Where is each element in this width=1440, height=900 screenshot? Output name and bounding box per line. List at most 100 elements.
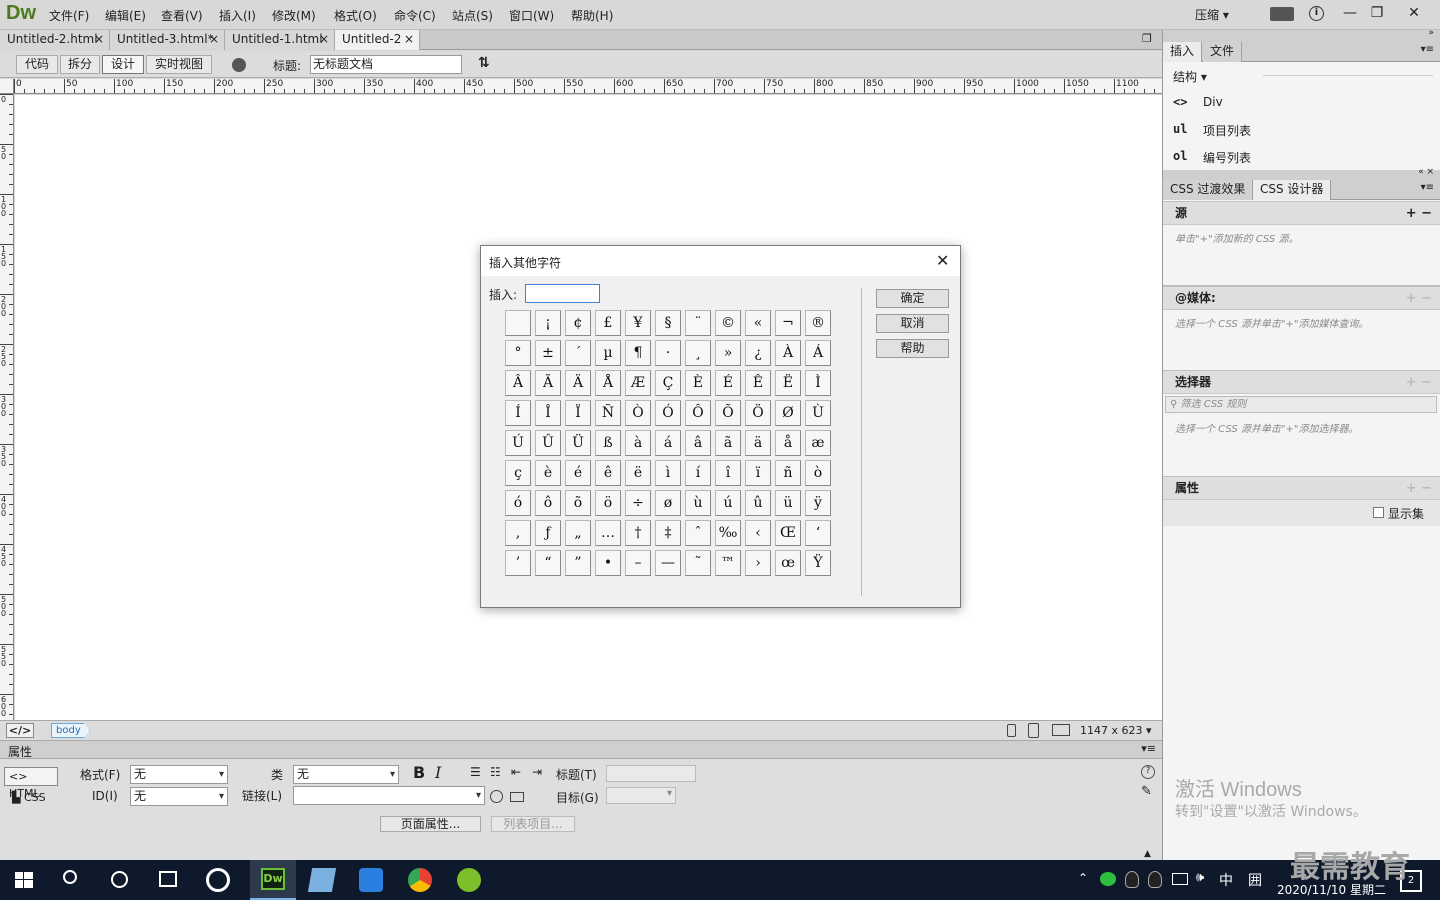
char-cell[interactable]: – (625, 550, 651, 576)
volume-icon[interactable]: 🕪 (1196, 870, 1204, 885)
char-cell[interactable]: Å (595, 370, 621, 396)
char-cell[interactable]: ã (715, 430, 741, 456)
add-remove-icon[interactable]: + − (1406, 202, 1432, 225)
sync-settings-icon[interactable] (1270, 7, 1294, 21)
char-cell[interactable]: Ã (535, 370, 561, 396)
char-cell[interactable]: Ÿ (805, 550, 831, 576)
char-cell[interactable]: ƒ (535, 520, 561, 546)
format-select[interactable]: 无 ▾ (130, 765, 228, 784)
char-cell[interactable]: ¶ (625, 340, 651, 366)
qq-icon[interactable] (1125, 871, 1139, 888)
char-cell[interactable]: ‰ (715, 520, 741, 546)
char-cell[interactable]: Ø (775, 400, 801, 426)
char-cell[interactable]: Ë (775, 370, 801, 396)
char-cell[interactable]: ¢ (565, 310, 591, 336)
live-view-button[interactable]: 实时视图 (146, 55, 212, 74)
char-cell[interactable]: ù (685, 490, 711, 516)
taskbar-dreamweaver[interactable]: Dw (250, 860, 296, 900)
char-cell[interactable]: ó (505, 490, 531, 516)
page-properties-button[interactable]: 页面属性... (380, 816, 481, 832)
tablet-size-icon[interactable] (1028, 723, 1039, 738)
outdent-icon[interactable]: ⇤ (511, 765, 521, 779)
structure-dropdown[interactable]: 结构 ▾ (1173, 68, 1207, 85)
char-cell[interactable]: ò (805, 460, 831, 486)
char-cell[interactable]: — (655, 550, 681, 576)
char-cell[interactable]: • (595, 550, 621, 576)
menu-item[interactable]: 查看(V) (161, 7, 203, 24)
char-cell[interactable]: ÷ (625, 490, 651, 516)
char-cell[interactable]: ñ (775, 460, 801, 486)
char-cell[interactable]: ß (595, 430, 621, 456)
char-cell[interactable]: › (745, 550, 771, 576)
document-tab[interactable]: Untitled-2.html × (0, 30, 110, 50)
char-cell[interactable]: · (655, 340, 681, 366)
char-cell[interactable]: ” (565, 550, 591, 576)
char-cell[interactable]: À (775, 340, 801, 366)
char-cell[interactable]: ô (535, 490, 561, 516)
dialog-close-icon[interactable]: ✕ (936, 251, 949, 270)
char-cell[interactable]: Û (535, 430, 561, 456)
code-nav-icon[interactable]: </> (6, 723, 34, 738)
show-set-checkbox[interactable] (1373, 507, 1384, 518)
char-cell[interactable]: » (715, 340, 741, 366)
char-cell[interactable]: Ï (565, 400, 591, 426)
tab-css-designer[interactable]: CSS 设计器 (1253, 180, 1332, 200)
collapse-arrows-icon[interactable]: » (1428, 28, 1434, 38)
ime-mode-icon[interactable]: 囲 (1248, 870, 1262, 890)
char-cell[interactable]: È (685, 370, 711, 396)
insert-item[interactable]: ol 编号列表 (1163, 146, 1440, 170)
browser-preview-icon[interactable] (232, 58, 246, 72)
qq-icon[interactable] (1148, 871, 1162, 888)
close-tab-icon[interactable]: × (94, 30, 104, 49)
char-cell[interactable]: ç (505, 460, 531, 486)
char-cell[interactable]: « (745, 310, 771, 336)
menu-item[interactable]: 窗口(W) (509, 7, 554, 24)
char-cell[interactable]: ë (625, 460, 651, 486)
char-cell[interactable]: Õ (715, 400, 741, 426)
char-cell[interactable]: ® (805, 310, 831, 336)
char-cell[interactable]: Í (505, 400, 531, 426)
char-cell[interactable]: £ (595, 310, 621, 336)
indent-icon[interactable]: ⇥ (532, 765, 542, 779)
search-icon[interactable] (63, 870, 77, 884)
char-cell[interactable]: ¿ (745, 340, 771, 366)
class-select[interactable]: 无 ▾ (293, 765, 399, 784)
char-cell[interactable]: Ä (565, 370, 591, 396)
char-cell[interactable]: ™ (715, 550, 741, 576)
char-cell[interactable]: ï (745, 460, 771, 486)
char-cell[interactable]: Ì (805, 370, 831, 396)
char-cell[interactable]: ˆ (685, 520, 711, 546)
char-cell[interactable]: ‘ (805, 520, 831, 546)
notepad-icon[interactable] (307, 868, 337, 892)
char-cell[interactable]: ˜ (685, 550, 711, 576)
info-icon[interactable]: i (1309, 6, 1324, 21)
task-view-icon[interactable] (159, 871, 177, 887)
unordered-list-icon[interactable]: ☰ (470, 765, 481, 779)
char-cell[interactable]: ú (715, 490, 741, 516)
menu-item[interactable]: 命令(C) (394, 7, 436, 24)
cancel-button[interactable]: 取消 (876, 314, 949, 333)
char-cell[interactable]: ¸ (685, 340, 711, 366)
split-view-button[interactable]: 拆分 (60, 55, 100, 74)
design-view-button[interactable]: 设计 (102, 55, 144, 74)
cortana-icon[interactable] (111, 871, 128, 888)
panel-menu-icon[interactable]: ▾≡ (1141, 742, 1156, 755)
html-mode-button[interactable]: <> HTML (4, 767, 58, 800)
char-cell[interactable]: É (715, 370, 741, 396)
file-transfer-icon[interactable]: ⇅ (478, 55, 490, 71)
char-cell[interactable]: Ô (685, 400, 711, 426)
char-cell[interactable]: ê (595, 460, 621, 486)
char-cell[interactable]: Ö (745, 400, 771, 426)
selector-filter-input[interactable]: ⚲ 筛选 CSS 规则 (1165, 396, 1437, 413)
chrome-icon[interactable] (408, 868, 432, 892)
char-cell[interactable]: Á (805, 340, 831, 366)
char-cell[interactable]: © (715, 310, 741, 336)
panel-menu-icon[interactable]: ▾≡ (1421, 182, 1434, 193)
close-tab-icon[interactable]: × (404, 30, 414, 49)
char-cell[interactable]: Ê (745, 370, 771, 396)
char-cell[interactable]: ì (655, 460, 681, 486)
char-cell[interactable]: ‚ (505, 520, 531, 546)
mobile-size-icon[interactable] (1007, 724, 1016, 737)
char-cell[interactable]: ¬ (775, 310, 801, 336)
document-tab[interactable]: Untitled-1.html × (225, 30, 335, 50)
